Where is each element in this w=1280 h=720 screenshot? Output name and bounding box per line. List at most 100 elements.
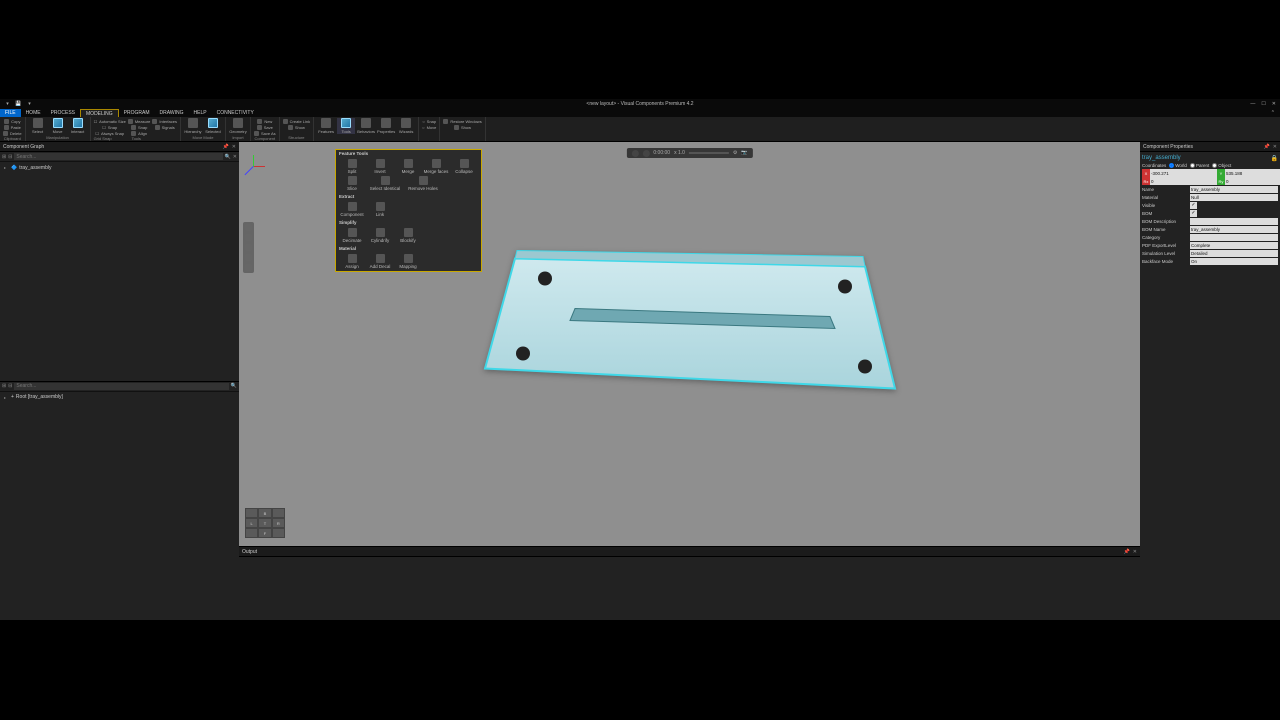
panel-close-icon[interactable]: ✕ — [232, 144, 236, 150]
settings-icon[interactable]: ⚙ — [733, 150, 737, 156]
prop-material[interactable] — [1190, 194, 1278, 201]
graph-search-input[interactable] — [14, 153, 222, 160]
reset-button[interactable] — [631, 150, 638, 157]
props-close-icon[interactable]: ✕ — [1273, 144, 1277, 150]
qat-dropdown-icon[interactable]: ▾ — [26, 101, 33, 108]
vp-tool-2[interactable] — [245, 234, 252, 241]
radio-world[interactable]: World — [1169, 163, 1187, 168]
decimate-button[interactable]: Decimate — [338, 227, 366, 244]
output-close-icon[interactable]: ✕ — [1133, 549, 1137, 555]
tab-home[interactable]: HOME — [21, 109, 46, 117]
viewport-toolbar[interactable] — [243, 222, 254, 273]
clear-icon[interactable]: ✕ — [233, 154, 237, 160]
expand2-icon[interactable]: ⊞ — [2, 383, 6, 389]
output-pin-icon[interactable]: 📌 — [1124, 549, 1130, 555]
qat-menu-icon[interactable]: ▾ — [4, 101, 11, 108]
extract-link-button[interactable]: Link — [366, 201, 394, 218]
model-tray[interactable] — [475, 248, 905, 423]
show-button[interactable]: Show — [283, 124, 310, 130]
signals-button[interactable]: Signals — [152, 124, 177, 130]
assign-button[interactable]: Assign — [338, 253, 366, 270]
vp-tool-5[interactable] — [245, 264, 252, 271]
props-pin-icon[interactable]: 📌 — [1264, 144, 1270, 150]
close-icon[interactable]: ✕ — [1272, 101, 1276, 107]
move2-button[interactable]: ○Move — [422, 124, 436, 130]
merge-button[interactable]: Merge — [394, 158, 422, 175]
remholes-button[interactable]: Remove Holes — [404, 175, 442, 192]
search-icon[interactable]: 🔍 — [225, 154, 231, 160]
collapse-ribbon-icon[interactable]: ⌃ — [1266, 109, 1280, 117]
show2-button[interactable]: Show — [443, 124, 481, 130]
material-header: Material — [336, 245, 481, 252]
vp-tool-3[interactable] — [245, 244, 252, 251]
features-button[interactable]: Features — [317, 118, 335, 134]
nav-cube[interactable]: B LTR F — [245, 508, 285, 538]
wizards-button[interactable]: Wizards — [397, 118, 415, 134]
coord-rx[interactable] — [1150, 177, 1217, 185]
radio-parent[interactable]: Parent — [1190, 163, 1209, 168]
tab-drawing[interactable]: DRAWING — [155, 109, 189, 117]
select-button[interactable]: Select — [29, 118, 47, 134]
interact-button[interactable]: Interact — [69, 118, 87, 134]
qat-save-icon[interactable]: 💾 — [15, 101, 22, 108]
group-component: Component — [254, 136, 276, 141]
tools-button[interactable]: Tools — [337, 118, 355, 134]
adddecal-button[interactable]: Add Decal — [366, 253, 394, 270]
vp-tool-1[interactable] — [245, 224, 252, 231]
pin-icon[interactable]: 📌 — [223, 144, 229, 150]
prop-bomdesc[interactable] — [1190, 218, 1278, 225]
move-button[interactable]: Move — [49, 118, 67, 134]
prop-category[interactable] — [1190, 234, 1278, 241]
slice-button[interactable]: Slice — [338, 175, 366, 192]
tab-file[interactable]: FILE — [0, 109, 21, 117]
component-tree[interactable]: ▸🔷tray_assembly — [0, 162, 239, 381]
mergefaces-button[interactable]: Merge faces — [422, 158, 450, 175]
prop-pdf[interactable] — [1190, 242, 1278, 249]
search2-icon[interactable]: 🔍 — [231, 383, 237, 389]
collapse-button[interactable]: Collapse — [450, 158, 478, 175]
coord-ry[interactable] — [1225, 177, 1280, 185]
tab-help[interactable]: HELP — [189, 109, 212, 117]
feature-search-input[interactable] — [14, 383, 228, 390]
collapse-icon[interactable]: ⊟ — [8, 154, 12, 160]
maximize-icon[interactable]: ☐ — [1261, 101, 1265, 107]
hierarchy-button[interactable]: Hierarchy — [184, 118, 202, 134]
collapse2-icon[interactable]: ⊟ — [8, 383, 12, 389]
properties-button[interactable]: Properties — [377, 118, 395, 134]
minimize-icon[interactable]: — — [1250, 101, 1255, 107]
prop-backface[interactable] — [1190, 258, 1278, 265]
invert-button[interactable]: Invert — [366, 158, 394, 175]
selident-button[interactable]: Select Identical — [366, 175, 404, 192]
component-graph-header[interactable]: Component Graph 📌✕ — [0, 142, 239, 152]
prop-bomname[interactable] — [1190, 226, 1278, 233]
split-button[interactable]: Split — [338, 158, 366, 175]
tree-row[interactable]: ▸🔷tray_assembly — [2, 164, 237, 171]
time-slider[interactable] — [689, 152, 729, 154]
tab-modeling[interactable]: MODELING — [80, 109, 119, 117]
vp-tool-4[interactable] — [245, 254, 252, 261]
prop-name[interactable] — [1190, 186, 1278, 193]
camera-icon[interactable]: 📷 — [741, 150, 747, 156]
behaviors-button[interactable]: Behaviors — [357, 118, 375, 134]
feature-tree[interactable]: ▸+Root [tray_assembly] — [0, 392, 239, 621]
output-content[interactable] — [239, 557, 1140, 620]
radio-object[interactable]: Object — [1212, 163, 1231, 168]
play-button[interactable] — [642, 150, 649, 157]
mapping-button[interactable]: Mapping — [394, 253, 422, 270]
lock-icon[interactable]: 🔒 — [1271, 155, 1278, 162]
cylindrify-button[interactable]: Cylindrify — [366, 227, 394, 244]
prop-sim[interactable] — [1190, 250, 1278, 257]
extract-component-button[interactable]: Component — [338, 201, 366, 218]
prop-visible[interactable]: ✓ — [1190, 202, 1197, 209]
blockify-button[interactable]: Blockify — [394, 227, 422, 244]
feature-row[interactable]: ▸+Root [tray_assembly] — [2, 394, 237, 401]
coord-x[interactable] — [1150, 169, 1217, 177]
tab-connectivity[interactable]: CONNECTIVITY — [212, 109, 259, 117]
expand-icon[interactable]: ⊞ — [2, 154, 6, 160]
coord-y[interactable] — [1225, 169, 1280, 177]
tab-program[interactable]: PROGRAM — [119, 109, 155, 117]
selected-button[interactable]: Selected — [204, 118, 222, 134]
tab-process[interactable]: PROCESS — [46, 109, 80, 117]
geometry-button[interactable]: Geometry — [229, 118, 247, 134]
prop-bom[interactable]: ✓ — [1190, 210, 1197, 217]
